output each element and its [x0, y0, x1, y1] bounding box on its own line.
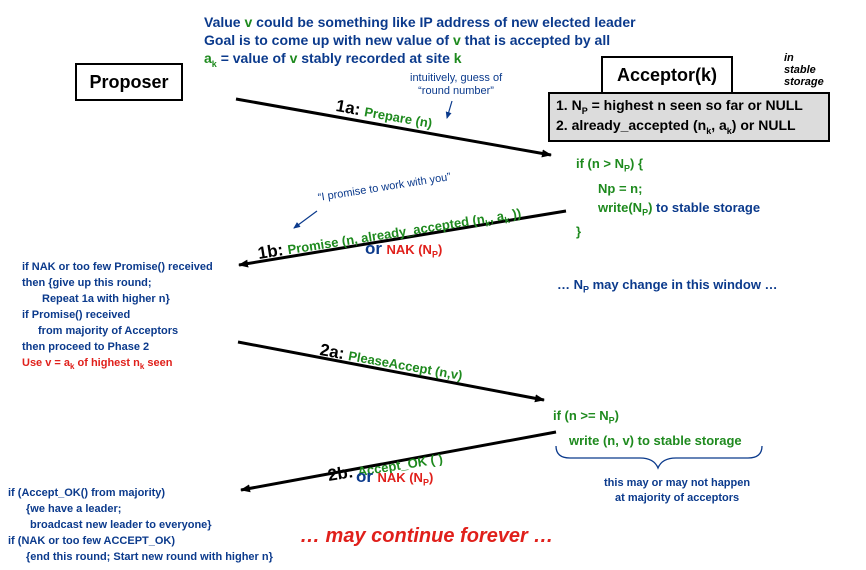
handler-1: if (n > NP) { Np = n; write(NP) to stabl… — [576, 154, 760, 241]
msg-2b-nak-a: NAK (N — [377, 470, 423, 485]
handler-1-l2: Np = n; — [598, 180, 643, 196]
msg-2b-nak: or NAK (NP) — [356, 467, 433, 488]
msg-2b-nak-b: ) — [428, 470, 434, 485]
proposer-logic-2-l2: {we have a leader; — [26, 503, 122, 515]
proposer-logic-1-l6: then proceed to Phase 2 — [22, 341, 150, 353]
window-note-a: … N — [557, 277, 583, 292]
msg-2b-nak-text: NAK (NP) — [377, 470, 434, 488]
msg-2a-tag: 2a: — [318, 340, 346, 364]
handler-2-l1-b: ) — [614, 408, 619, 423]
msg-1a-note-2: “round number” — [418, 85, 494, 97]
msg-1b-or: or — [365, 239, 382, 258]
handler-1-l1: if (n > NP) { — [576, 154, 760, 179]
note-arrow-1b — [293, 210, 318, 229]
msg-1b-tag: 1b: — [256, 240, 285, 263]
continue-note: … may continue forever … — [300, 525, 554, 547]
proposer-logic-1-l1: if NAK or too few Promise() received — [22, 261, 213, 273]
msg-2b-tag: 2b: — [326, 462, 355, 485]
majority-note-1: this may or may not happen — [604, 477, 751, 489]
proposer-logic-1-l7-a: Use v = a — [22, 357, 71, 369]
window-note: … NP may change in this window … — [557, 277, 778, 295]
msg-1b-nak-text: NAK (NP) — [386, 242, 443, 260]
proposer-logic-1-l7-b: of highest n — [74, 357, 140, 369]
msg-1b-nak: or NAK (NP) — [365, 239, 442, 260]
handler-1-l1-b: ) { — [630, 156, 644, 171]
proposer-logic-1-l3: Repeat 1a with higher n} — [42, 293, 170, 305]
proposer-logic-2-l1: if (Accept_OK() from majority) — [8, 487, 166, 499]
msg-1a-note: intuitively, guess of “round number” — [410, 72, 502, 98]
msg-1a-note-1: intuitively, guess of — [410, 72, 503, 84]
proposer-logic-2: if (Accept_OK() from majority) {we have … — [8, 485, 273, 565]
msg-1b-nak-b: ) — [437, 242, 443, 257]
proposer-logic-1: if NAK or too few Promise() received the… — [22, 259, 213, 375]
proposer-logic-1-l7: Use v = ak of highest nk seen — [22, 355, 213, 375]
msg-2b-or: or — [356, 467, 373, 486]
proposer-logic-2-l5: {end this round; Start new round with hi… — [26, 551, 273, 563]
proposer-logic-1-l7-c: seen — [144, 357, 173, 369]
msg-1b-nak-a: NAK (N — [386, 242, 432, 257]
handler-2: if (n >= NP) write (n, v) to stable stor… — [553, 406, 742, 450]
handler-2-l1: if (n >= NP) — [553, 406, 742, 431]
proposer-logic-2-l4: if (NAK or too few ACCEPT_OK) — [8, 535, 176, 547]
window-note-b: may change in this window … — [589, 277, 778, 292]
note-arrow-1a — [445, 100, 453, 119]
handler-1-l4: } — [576, 224, 582, 240]
handler-1-l3-c: to stable storage — [652, 199, 761, 215]
proposer-logic-2-l3: broadcast new leader to everyone} — [30, 519, 212, 531]
handler-1-l3: write(NP) to stable storage — [576, 198, 760, 223]
msg-1b-text-b: , a — [488, 208, 506, 226]
handler-1-l1-a: if (n > N — [576, 156, 625, 171]
majority-note: this may or may not happen at majority o… — [604, 476, 750, 506]
proposer-logic-1-l4: if Promise() received — [22, 309, 131, 321]
proposer-logic-1-l2: then {give up this round; — [22, 277, 152, 289]
handler-2-l1-a: if (n >= N — [553, 408, 609, 423]
proposer-logic-1-l5: from majority of Acceptors — [38, 325, 179, 337]
handler-2-l2: write (n, v) to stable storage — [569, 432, 742, 448]
handler-1-l3-a: write(N — [598, 199, 643, 215]
msg-1b-text-c: )) — [507, 205, 523, 223]
msg-1a-tag: 1a: — [334, 96, 362, 120]
majority-note-2: at majority of acceptors — [615, 492, 740, 504]
